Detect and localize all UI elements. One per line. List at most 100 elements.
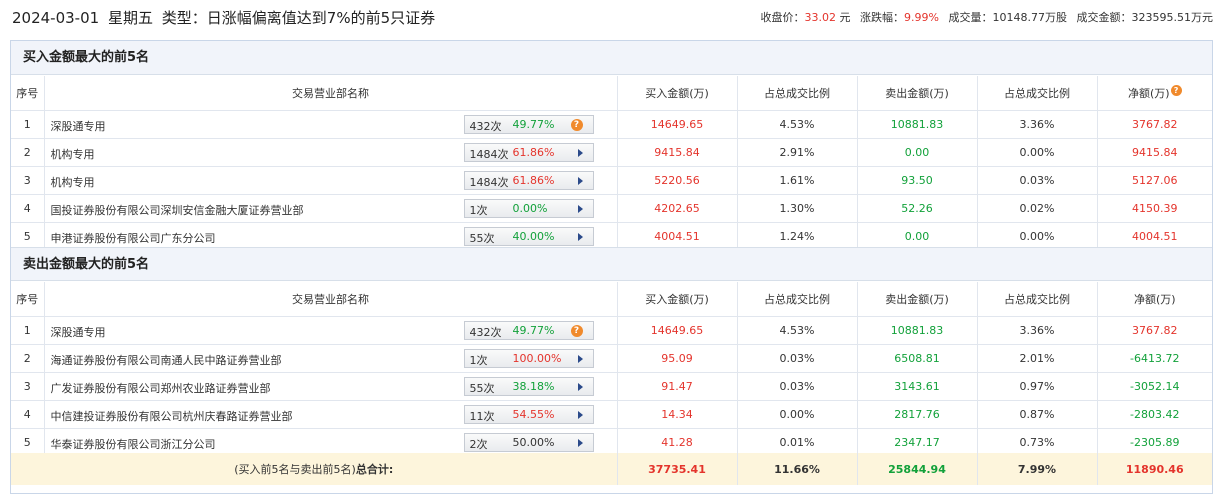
row-sell: 0.00 bbox=[857, 138, 978, 167]
play-arrow-icon[interactable] bbox=[577, 354, 583, 363]
row-name-cell: 深股通专用 432次 49.77%? bbox=[44, 316, 618, 345]
branch-name[interactable]: 机构专用 bbox=[51, 146, 95, 162]
buy-table-header: 序号 交易营业部名称 买入金额(万) 占总成交比例 卖出金额(万) 占总成交比例… bbox=[11, 76, 1212, 111]
table-row: 4 国投证券股份有限公司深圳安信金融大厦证券营业部 1次 0.00% 4202.65 1.… bbox=[11, 194, 1212, 223]
close-label: 收盘价： bbox=[760, 11, 805, 24]
col-buy-ratio: 占总成交比例 bbox=[737, 76, 858, 111]
row-sell-ratio: 0.97% bbox=[977, 372, 1098, 401]
branch-name[interactable]: 中信建投证券股份有限公司杭州庆春路证券营业部 bbox=[51, 408, 293, 424]
listing-count: 1484次 bbox=[469, 147, 509, 161]
amount-value: 323595.51万元 bbox=[1131, 11, 1214, 24]
row-buy-ratio: 1.61% bbox=[737, 166, 858, 195]
question-circle-icon[interactable]: ? bbox=[1170, 84, 1182, 96]
row-seq: 2 bbox=[11, 138, 45, 167]
branch-stats-button[interactable]: 1484次 61.86% bbox=[463, 170, 594, 190]
play-arrow-icon[interactable] bbox=[577, 148, 583, 157]
row-seq: 4 bbox=[11, 194, 45, 223]
branch-name[interactable]: 深股通专用 bbox=[51, 118, 106, 134]
branch-stats-button[interactable]: 55次 38.18% bbox=[463, 376, 594, 396]
listing-count: 432次 bbox=[469, 325, 502, 339]
row-net: 9415.84 bbox=[1097, 138, 1212, 167]
row-buy: 14649.65 bbox=[617, 110, 738, 139]
row-net: 4004.51 bbox=[1097, 222, 1212, 251]
row-buy-ratio: 2.91% bbox=[737, 138, 858, 167]
row-buy: 9415.84 bbox=[617, 138, 738, 167]
branch-stats-button[interactable]: 55次 40.00% bbox=[463, 226, 594, 246]
branch-name[interactable]: 海通证券股份有限公司南通人民中路证券营业部 bbox=[51, 352, 282, 368]
question-circle-icon[interactable]: ? bbox=[570, 118, 583, 131]
play-arrow-icon[interactable] bbox=[577, 232, 583, 241]
row-seq: 3 bbox=[11, 372, 45, 401]
branch-stats-button[interactable]: 2次 50.00% bbox=[463, 432, 594, 452]
table-row: 2 海通证券股份有限公司南通人民中路证券营业部 1次 100.00% 95.09 0.03… bbox=[11, 344, 1212, 373]
dragon-tiger-panel: 买入金额最大的前5名 序号 交易营业部名称 买入金额(万) 占总成交比例 卖出金… bbox=[10, 40, 1213, 494]
branch-stats-button[interactable]: 1484次 61.86% bbox=[463, 142, 594, 162]
row-sell: 0.00 bbox=[857, 222, 978, 251]
branch-stats-button[interactable]: 11次 54.55% bbox=[463, 404, 594, 424]
row-sell: 3143.61 bbox=[857, 372, 978, 401]
col-net: 净额(万)? bbox=[1097, 76, 1212, 111]
win-rate: 0.00% bbox=[512, 201, 548, 215]
win-rate: 61.86% bbox=[512, 145, 555, 159]
play-arrow-icon[interactable] bbox=[577, 176, 583, 185]
play-arrow-icon[interactable] bbox=[577, 410, 583, 419]
branch-name[interactable]: 机构专用 bbox=[51, 174, 95, 190]
change-value: 9.99% bbox=[904, 11, 939, 24]
row-buy-ratio: 1.30% bbox=[737, 194, 858, 223]
branch-name[interactable]: 华泰证券股份有限公司浙江分公司 bbox=[51, 436, 216, 452]
table-row: 1 深股通专用 432次 49.77%? 14649.65 4.53% 10881.83 3.… bbox=[11, 316, 1212, 345]
row-buy-ratio: 0.03% bbox=[737, 372, 858, 401]
col-buy-ratio: 占总成交比例 bbox=[737, 282, 858, 317]
branch-name[interactable]: 深股通专用 bbox=[51, 324, 106, 340]
row-sell: 2347.17 bbox=[857, 428, 978, 457]
total-label-bold: 总合计: bbox=[355, 463, 394, 476]
win-rate: 50.00% bbox=[512, 435, 555, 449]
col-sell-ratio: 占总成交比例 bbox=[977, 76, 1098, 111]
listing-count: 55次 bbox=[469, 381, 495, 395]
row-buy: 14649.65 bbox=[617, 316, 738, 345]
col-seq: 序号 bbox=[11, 282, 45, 317]
branch-stats-button[interactable]: 1次 100.00% bbox=[463, 348, 594, 368]
col-name: 交易营业部名称 bbox=[44, 76, 618, 111]
row-buy: 4004.51 bbox=[617, 222, 738, 251]
row-name-cell: 机构专用 1484次 61.86% bbox=[44, 166, 618, 195]
row-sell: 93.50 bbox=[857, 166, 978, 195]
row-sell-ratio: 0.03% bbox=[977, 166, 1098, 195]
table-row: 5 华泰证券股份有限公司浙江分公司 2次 50.00% 41.28 0.01% 2347.1… bbox=[11, 428, 1212, 457]
amount-label: 成交金额： bbox=[1076, 11, 1132, 24]
row-net: 3767.82 bbox=[1097, 110, 1212, 139]
branch-name[interactable]: 广发证券股份有限公司郑州农业路证券营业部 bbox=[51, 380, 271, 396]
listing-count: 432次 bbox=[469, 119, 502, 133]
branch-stats-button[interactable]: 432次 49.77%? bbox=[463, 114, 594, 134]
question-circle-icon[interactable]: ? bbox=[570, 324, 583, 337]
play-arrow-icon[interactable] bbox=[577, 204, 583, 213]
row-name-cell: 广发证券股份有限公司郑州农业路证券营业部 55次 38.18% bbox=[44, 372, 618, 401]
row-name-cell: 华泰证券股份有限公司浙江分公司 2次 50.00% bbox=[44, 428, 618, 457]
row-name-cell: 申港证券股份有限公司广东分公司 55次 40.00% bbox=[44, 222, 618, 251]
col-buy: 买入金额(万) bbox=[617, 282, 738, 317]
play-arrow-icon[interactable] bbox=[577, 382, 583, 391]
top-bar: 2024-03-01 星期五 类型：日涨幅偏离值达到7%的前5只证券 收盘价：3… bbox=[0, 0, 1223, 34]
row-buy-ratio: 0.00% bbox=[737, 400, 858, 429]
play-arrow-icon[interactable] bbox=[577, 438, 583, 447]
buy-section-title: 买入金额最大的前5名 bbox=[11, 41, 1212, 75]
row-net: 3767.82 bbox=[1097, 316, 1212, 345]
row-sell: 52.26 bbox=[857, 194, 978, 223]
row-buy-ratio: 1.24% bbox=[737, 222, 858, 251]
branch-stats-button[interactable]: 432次 49.77%? bbox=[463, 320, 594, 340]
row-net: -2305.89 bbox=[1097, 428, 1212, 457]
win-rate: 40.00% bbox=[512, 229, 555, 243]
col-name: 交易营业部名称 bbox=[44, 282, 618, 317]
branch-name[interactable]: 申港证券股份有限公司广东分公司 bbox=[51, 230, 216, 246]
row-buy: 14.34 bbox=[617, 400, 738, 429]
col-net: 净额(万) bbox=[1097, 282, 1212, 317]
row-seq: 1 bbox=[11, 110, 45, 139]
row-sell: 6508.81 bbox=[857, 344, 978, 373]
branch-stats-button[interactable]: 1次 0.00% bbox=[463, 198, 594, 218]
sell-table: 序号 交易营业部名称 买入金额(万) 占总成交比例 卖出金额(万) 占总成交比例… bbox=[11, 282, 1212, 457]
total-buy: 37735.41 bbox=[617, 453, 738, 485]
branch-name[interactable]: 国投证券股份有限公司深圳安信金融大厦证券营业部 bbox=[51, 202, 304, 218]
row-net: 4150.39 bbox=[1097, 194, 1212, 223]
total-buy-ratio: 11.66% bbox=[737, 453, 858, 485]
row-net: -3052.14 bbox=[1097, 372, 1212, 401]
